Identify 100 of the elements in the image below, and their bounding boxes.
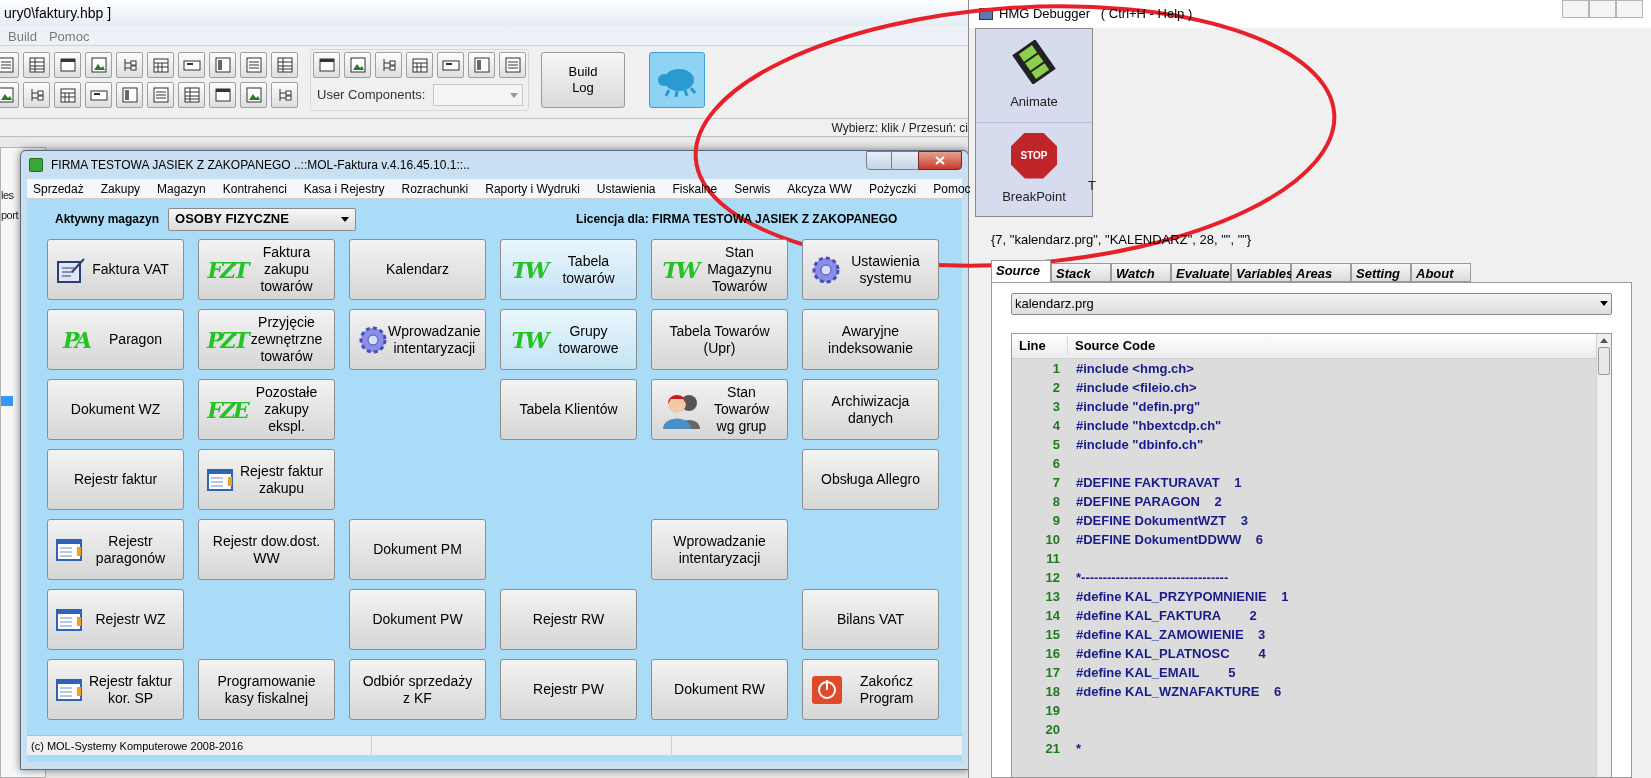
menu-button[interactable]: Dokument RW <box>651 659 788 720</box>
toolbar-button[interactable] <box>0 82 19 108</box>
menu-item[interactable]: Serwis <box>734 179 771 198</box>
menu-item[interactable]: Build <box>8 26 37 47</box>
toolbar-button[interactable] <box>178 52 205 78</box>
tab[interactable]: Source <box>991 259 1051 282</box>
toolbar-button[interactable] <box>313 52 340 78</box>
menu-button[interactable]: Rejestr faktur kor. SP <box>47 659 184 720</box>
status-text: (c) MOL-Systemy Komputerowe 2008-2016 <box>27 736 372 755</box>
menu-item[interactable]: Ustawienia <box>596 179 656 198</box>
menu-item[interactable]: Pożyczki <box>868 179 917 198</box>
menu-button[interactable]: Zakończ Program <box>802 659 939 720</box>
image-icon <box>0 85 16 105</box>
menu-button[interactable]: PA Paragon <box>47 309 184 370</box>
toolbar-button[interactable] <box>23 52 50 78</box>
window-icon <box>212 85 233 105</box>
maximize-button[interactable] <box>892 151 918 170</box>
menu-button[interactable]: Rejestr faktur zakupu <box>198 449 335 510</box>
selection-highlight <box>1 396 13 406</box>
tab[interactable]: Areas <box>1291 262 1351 282</box>
toolbar-button[interactable] <box>23 82 50 108</box>
menu-button[interactable]: Rejestr RW <box>500 589 637 650</box>
tab[interactable]: Setting <box>1351 262 1411 282</box>
minimize-button[interactable] <box>866 151 892 170</box>
menu-button[interactable]: Rejestr PW <box>500 659 637 720</box>
scrollbar[interactable] <box>1596 333 1611 777</box>
menu-item[interactable]: Sprzedaż <box>33 179 84 198</box>
menu-button[interactable]: Odbiór sprzedaży z KF <box>349 659 486 720</box>
list-icon <box>0 55 16 75</box>
menu-item[interactable]: Pomoc <box>933 179 971 198</box>
menu-button[interactable]: Archiwizacja danych <box>802 379 939 440</box>
toolbar-button[interactable] <box>209 82 236 108</box>
menu-item[interactable]: Kasa i Rejestry <box>303 179 385 198</box>
menu-button[interactable]: Rejestr paragonów <box>47 519 184 580</box>
toolbar-button[interactable] <box>209 52 236 78</box>
menu-button[interactable]: Dokument WZ <box>47 379 184 440</box>
toolbar-button[interactable] <box>85 82 112 108</box>
toolbar-button[interactable] <box>116 52 143 78</box>
menu-button[interactable]: Kalendarz <box>349 239 486 300</box>
toolbar-button[interactable] <box>437 52 464 78</box>
toolbar-button[interactable] <box>178 82 205 108</box>
tab[interactable]: Watch <box>1111 262 1171 282</box>
toolbar-button[interactable] <box>147 52 174 78</box>
menu-button[interactable]: Dokument PW <box>349 589 486 650</box>
tab[interactable]: About <box>1411 262 1471 282</box>
menu-button[interactable]: Tabela Klientów <box>500 379 637 440</box>
menu-button[interactable]: Rejestr faktur <box>47 449 184 510</box>
close-button[interactable] <box>918 151 962 170</box>
list-icon <box>502 55 523 75</box>
menu-button[interactable]: Rejestr dow.dost. WW <box>198 519 335 580</box>
panel-label: port <box>1 208 18 223</box>
menu-button[interactable]: Ustawienia systemu <box>802 239 939 300</box>
line-number: 17 <box>1044 664 1060 683</box>
toolbar-button[interactable] <box>344 52 371 78</box>
toolbar-button[interactable] <box>271 82 298 108</box>
menu-item[interactable]: Raporty i Wydruki <box>485 179 580 198</box>
tab[interactable]: Variables <box>1231 262 1291 282</box>
menu-item[interactable]: Akcyza WW <box>787 179 852 198</box>
toolbar-button[interactable] <box>375 52 402 78</box>
toolbar-button[interactable] <box>240 82 267 108</box>
menu-button[interactable]: Dokument PM <box>349 519 486 580</box>
menu-button[interactable]: Faktura VAT <box>47 239 184 300</box>
list-icon <box>150 85 171 105</box>
toolbar-button[interactable] <box>85 52 112 78</box>
panel-icon <box>212 55 233 75</box>
toolbar-button[interactable] <box>406 52 433 78</box>
tab[interactable]: Evaluate <box>1171 262 1231 282</box>
menu-button[interactable]: Stan Towarów wg grup <box>651 379 788 440</box>
letters-logo: PA <box>61 328 91 351</box>
menu-item[interactable]: Zakupy <box>100 179 141 198</box>
line-number: 3 <box>1051 398 1060 417</box>
menu-button[interactable]: Tabela Towarów (Upr) <box>651 309 788 370</box>
toolbar-button[interactable] <box>271 52 298 78</box>
close-icon <box>935 156 945 165</box>
menu-button[interactable]: Obsługa Allegro <box>802 449 939 510</box>
tool-button[interactable]: Animate <box>976 29 1092 123</box>
toolbar-button[interactable] <box>116 82 143 108</box>
stop-sign-icon: STOP <box>1011 132 1057 179</box>
menu-button[interactable]: Programowanie kasy fiskalnej <box>198 659 335 720</box>
menu-button[interactable]: TW Tabela towarów <box>500 239 637 300</box>
menu-button[interactable]: Wprowadzanie intentaryzacji <box>349 309 486 370</box>
menu-item[interactable]: Rozrachunki <box>401 179 469 198</box>
toolbar-button[interactable] <box>54 82 81 108</box>
store-dropdown[interactable]: OSOBY FIZYCZNE <box>168 207 357 231</box>
code-line: #define KAL_WZNAFAKTURE 6 <box>1076 683 1282 702</box>
menu-item[interactable]: Kontrahenci <box>222 179 287 198</box>
tab[interactable]: Stack <box>1051 262 1111 282</box>
menu-button[interactable]: Bilans VAT <box>802 589 939 650</box>
column-header[interactable]: Source Code <box>1068 335 1156 356</box>
build-log-button[interactable]: Build Log <box>541 52 625 108</box>
toolbar-button[interactable] <box>54 52 81 78</box>
file-dropdown[interactable]: kalendarz.prg <box>1011 292 1612 315</box>
toolbar-button[interactable] <box>468 52 495 78</box>
menu-button[interactable]: Wprowadzanie intentaryzacji <box>651 519 788 580</box>
menu-button[interactable]: Rejestr WZ <box>47 589 184 650</box>
menu-item[interactable]: Pomoc <box>48 26 90 47</box>
column-header[interactable]: Line <box>1012 335 1068 356</box>
scroll-thumb[interactable] <box>1598 346 1610 375</box>
menu-item[interactable]: Magazyn <box>157 179 206 198</box>
menu-button[interactable]: Awaryjne indeksowanie <box>802 309 939 370</box>
